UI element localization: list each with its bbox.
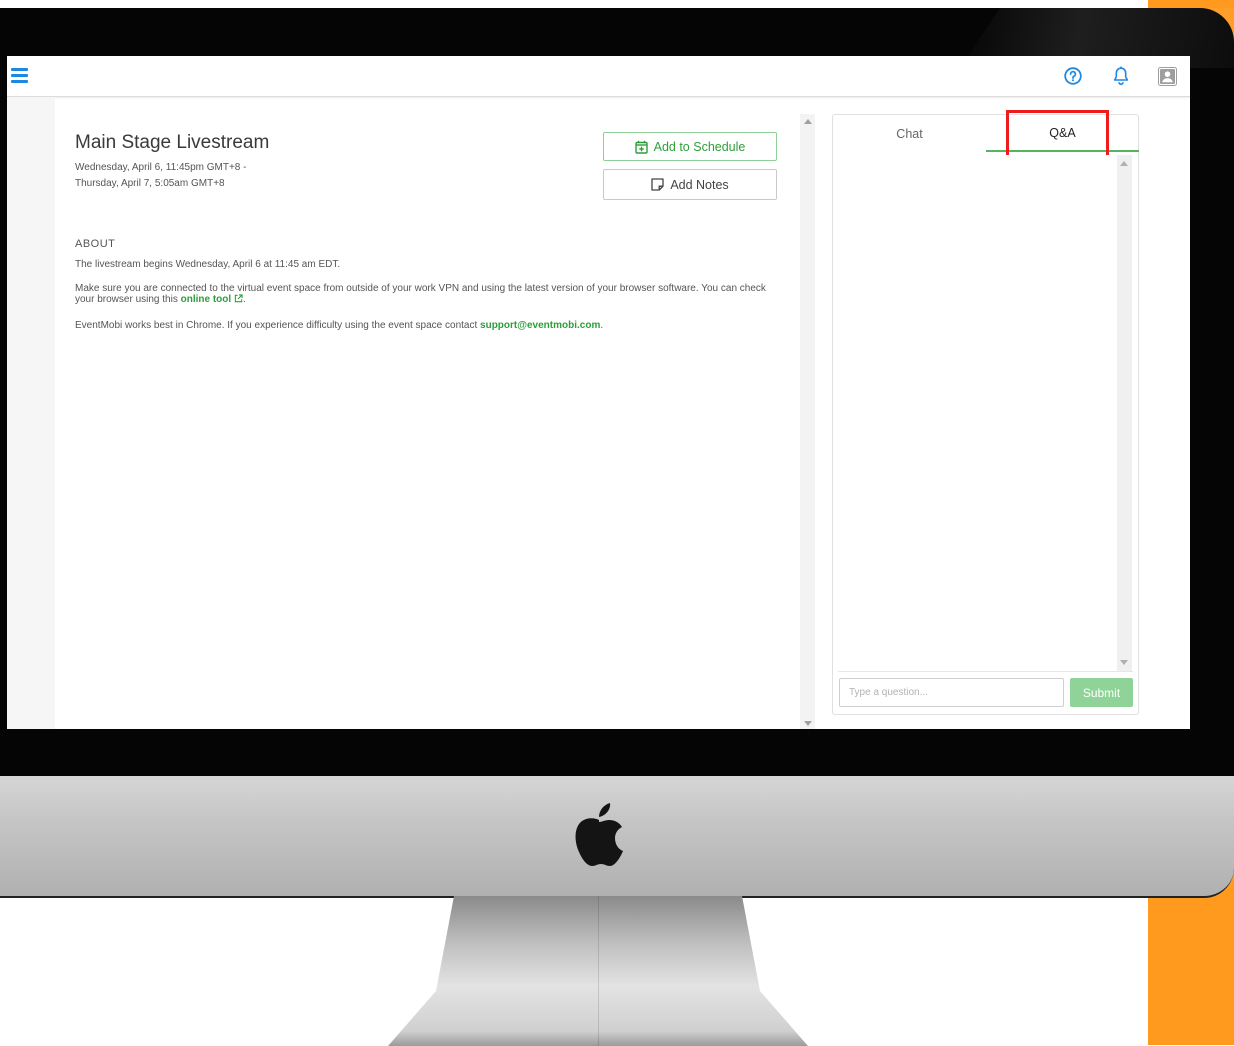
qa-scrollbar[interactable] [1117, 155, 1132, 671]
qa-divider [838, 671, 1133, 672]
about-paragraph-3: EventMobi works best in Chrome. If you e… [75, 320, 775, 331]
about-paragraph-2-text: Make sure you are connected to the virtu… [75, 283, 766, 305]
top-navigation-bar [7, 56, 1190, 97]
qa-scroll-down-arrow-icon[interactable] [1120, 660, 1128, 665]
user-avatar-icon[interactable] [1158, 67, 1177, 86]
online-tool-link[interactable]: online tool [181, 294, 232, 305]
add-to-schedule-label: Add to Schedule [653, 139, 746, 154]
session-date-end: Thursday, April 7, 5:05am GMT+8 [75, 178, 225, 189]
chat-qa-panel: Chat Q&A Submit [832, 110, 1139, 715]
about-paragraph-2: Make sure you are connected to the virtu… [75, 283, 775, 305]
qa-questions-list [838, 155, 1116, 671]
submit-question-button[interactable]: Submit [1070, 678, 1133, 707]
scroll-up-arrow-icon[interactable] [804, 119, 812, 124]
session-date-start: Wednesday, April 6, 11:45pm GMT+8 - [75, 162, 247, 173]
support-email-link[interactable]: support@eventmobi.com [480, 320, 600, 331]
main-scrollbar[interactable] [800, 114, 815, 729]
external-link-icon[interactable] [234, 294, 243, 303]
scroll-down-arrow-icon[interactable] [804, 721, 812, 726]
about-paragraph-3-text: EventMobi works best in Chrome. If you e… [75, 320, 481, 331]
monitor-stand-seam [598, 896, 599, 1046]
add-to-schedule-button[interactable]: Add to Schedule [603, 132, 777, 161]
add-notes-label: Add Notes [670, 177, 729, 192]
calendar-plus-icon [634, 140, 648, 154]
sticky-note-icon [651, 178, 664, 191]
about-paragraph-1: The livestream begins Wednesday, April 6… [75, 259, 341, 270]
question-input[interactable] [839, 678, 1064, 707]
about-heading: ABOUT [75, 238, 116, 250]
app-screen: Main Stage Livestream Wednesday, April 6… [7, 56, 1190, 729]
hamburger-icon[interactable] [11, 68, 28, 83]
left-gutter [7, 97, 55, 729]
bell-icon[interactable] [1112, 66, 1130, 86]
qa-scroll-up-arrow-icon[interactable] [1120, 161, 1128, 166]
qa-tab-highlight-box [1006, 110, 1109, 158]
tab-chat[interactable]: Chat [833, 115, 986, 152]
question-circle-icon[interactable] [1064, 67, 1082, 85]
about-paragraph-3-end: . [600, 320, 604, 331]
apple-logo-icon [575, 803, 623, 866]
add-notes-button[interactable]: Add Notes [603, 169, 777, 200]
about-paragraph-2-end: . [242, 294, 246, 305]
session-title: Main Stage Livestream [75, 132, 270, 153]
